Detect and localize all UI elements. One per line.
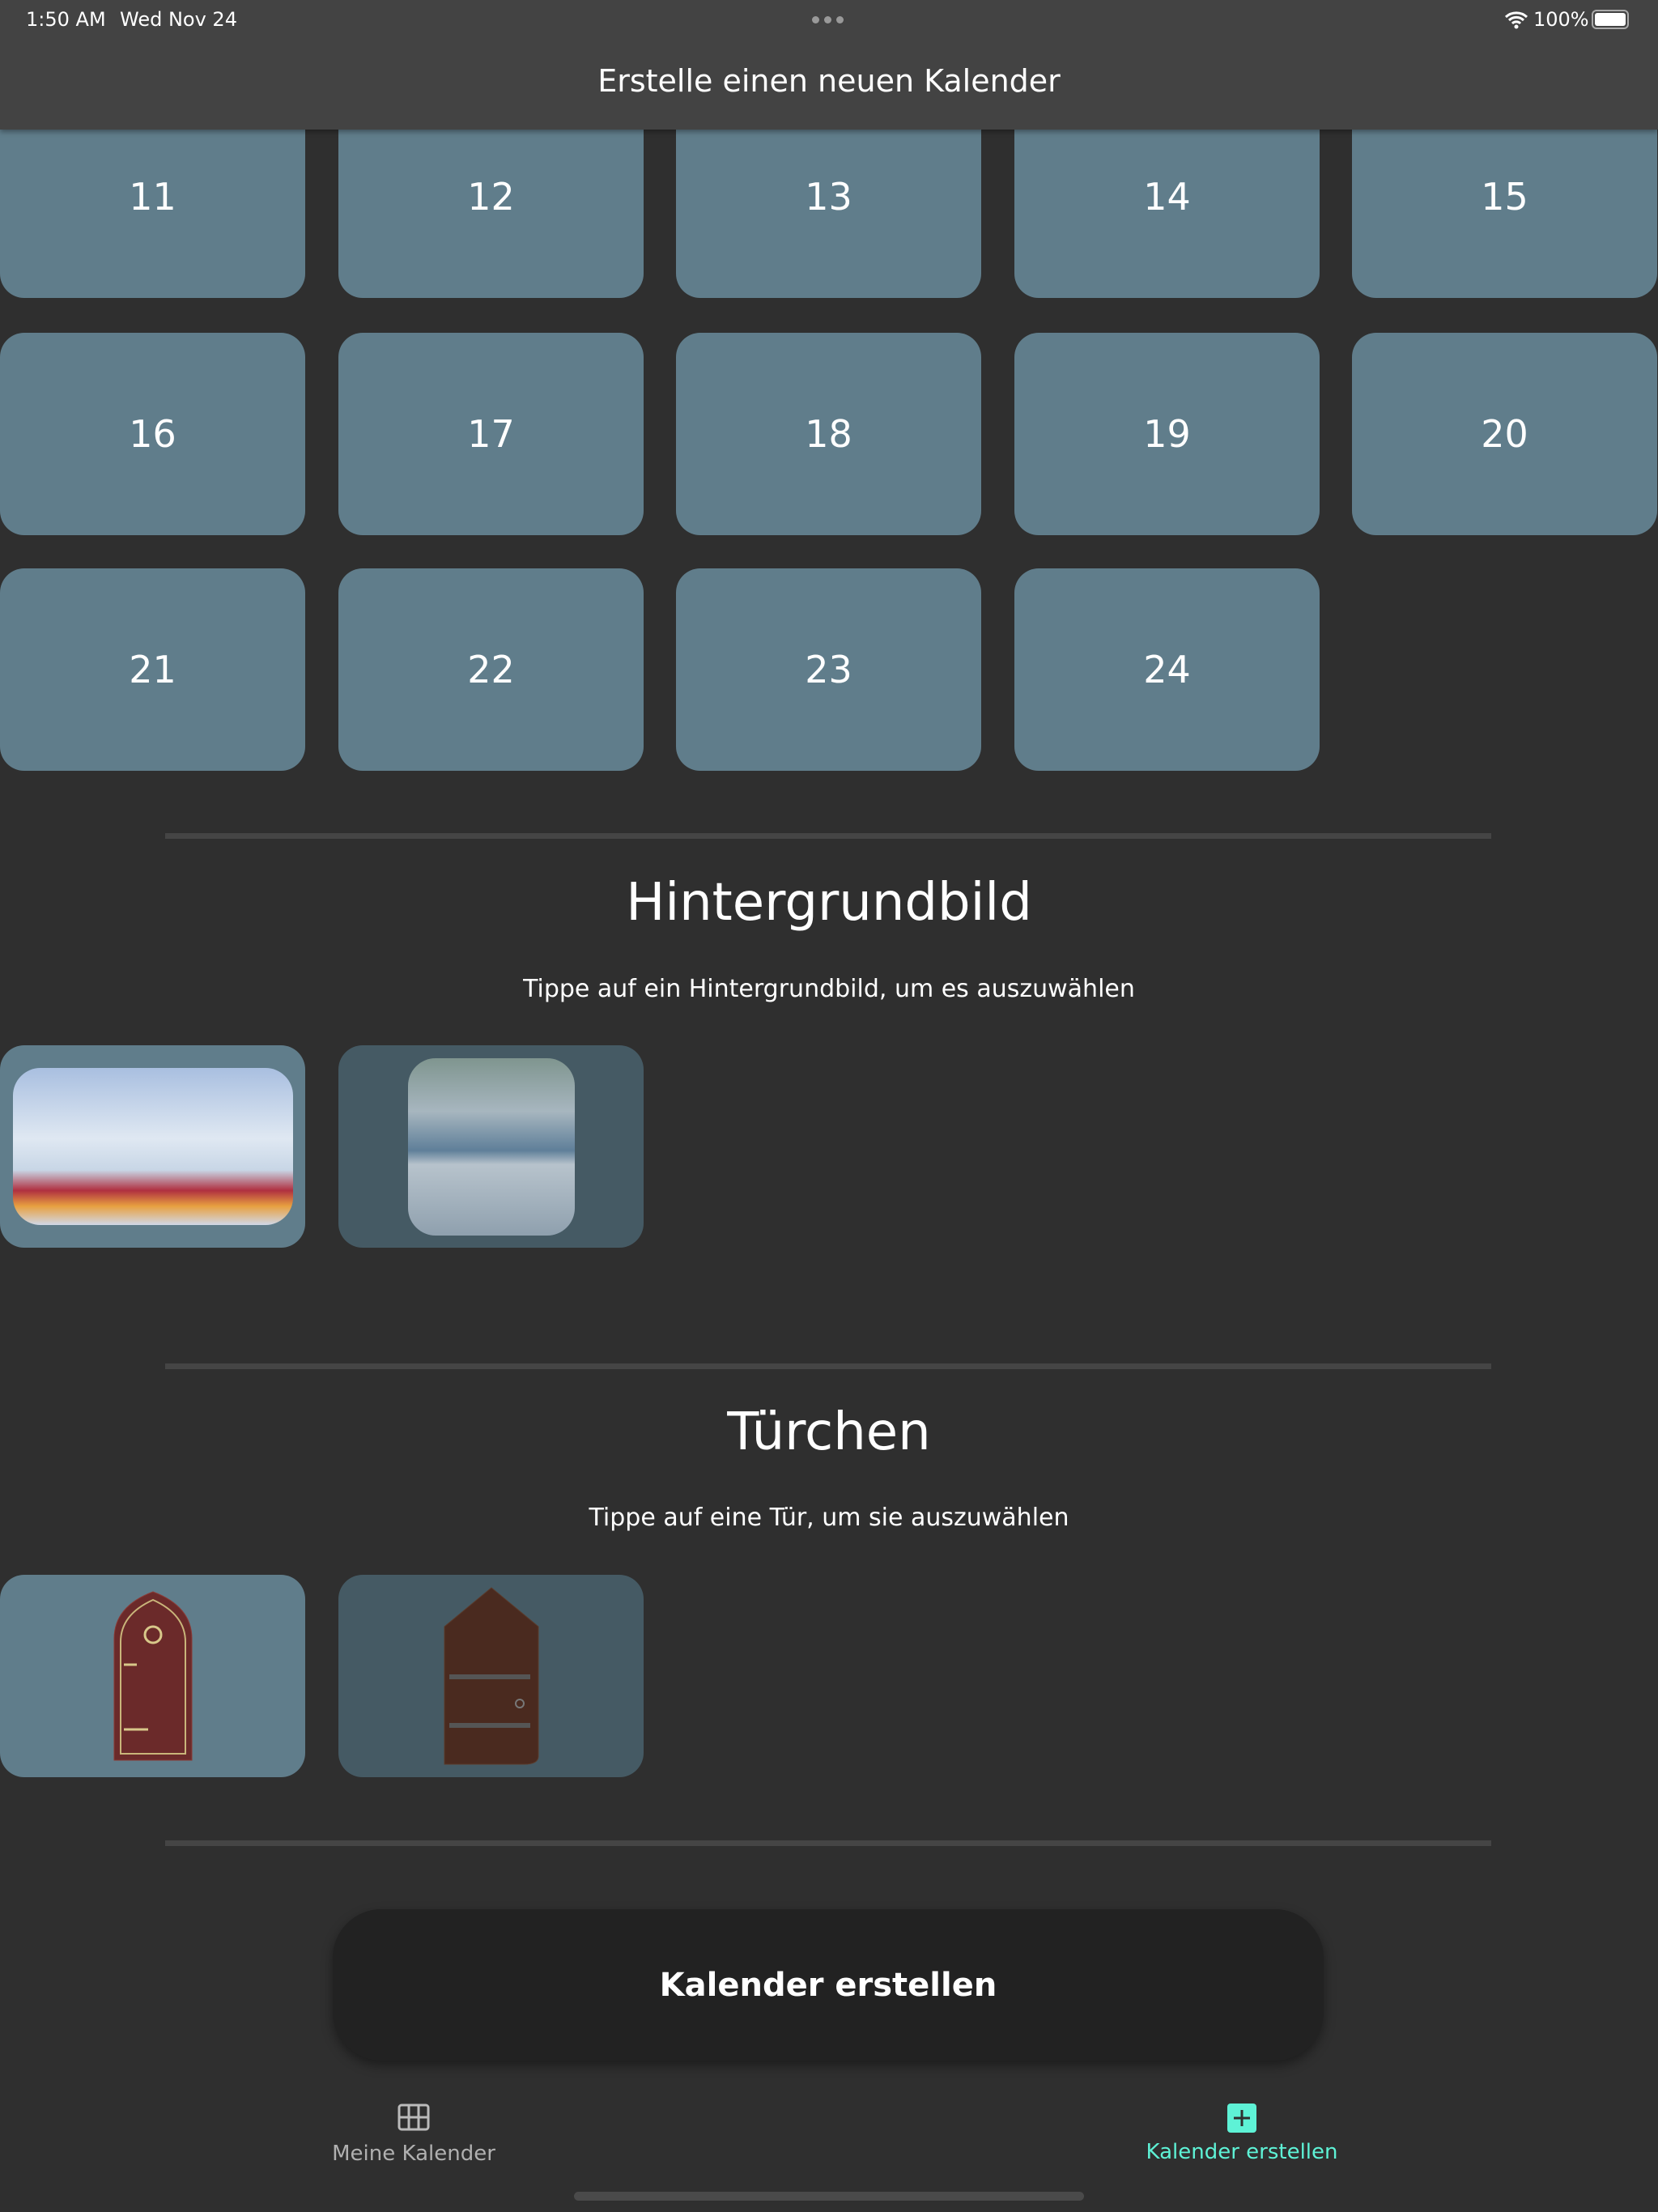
background-option-stars[interactable]: [0, 1045, 305, 1248]
winter-forest-thumbnail: [407, 1057, 575, 1236]
day-tile-17[interactable]: 17: [338, 333, 644, 535]
status-time: 1:50 AM: [26, 8, 106, 31]
tab-meine-kalender[interactable]: Meine Kalender: [292, 2104, 535, 2166]
wifi-icon: [1504, 11, 1528, 29]
day-tile-23[interactable]: 23: [676, 568, 981, 771]
battery-icon: [1592, 10, 1629, 29]
background-option-winter-forest[interactable]: [338, 1045, 644, 1248]
day-tile-16[interactable]: 16: [0, 333, 305, 535]
background-section-hint: Tippe auf ein Hintergrundbild, um es aus…: [523, 975, 1135, 1003]
create-calendar-button[interactable]: Kalender erstellen: [333, 1909, 1324, 2061]
day-tile-19[interactable]: 19: [1014, 333, 1320, 535]
stars-background-thumbnail: [12, 1068, 293, 1225]
door-section-title: Türchen: [727, 1402, 931, 1462]
grid-icon: [397, 2104, 430, 2131]
tab-kalender-erstellen[interactable]: Kalender erstellen: [1120, 2104, 1363, 2164]
rustic-door-thumbnail: [444, 1587, 538, 1765]
divider: [165, 1363, 1491, 1369]
status-date: Wed Nov 24: [120, 8, 237, 31]
day-tile-24[interactable]: 24: [1014, 568, 1320, 771]
navigation-header: 1:50 AM Wed Nov 24 100% Erstelle einen n…: [0, 0, 1658, 130]
multitasking-dots-icon[interactable]: [812, 16, 844, 23]
battery-percent: 100%: [1533, 8, 1589, 31]
ornate-door-thumbnail: [113, 1591, 192, 1761]
day-tile-18[interactable]: 18: [676, 333, 981, 535]
divider: [165, 1840, 1491, 1846]
day-tile-21[interactable]: 21: [0, 568, 305, 771]
home-indicator[interactable]: [574, 2192, 1084, 2201]
plus-square-icon: [1227, 2104, 1256, 2133]
day-tile-22[interactable]: 22: [338, 568, 644, 771]
divider: [165, 833, 1491, 839]
page-title: Erstelle einen neuen Kalender: [597, 63, 1061, 99]
tab-label: Meine Kalender: [332, 2142, 495, 2166]
tab-label: Kalender erstellen: [1146, 2140, 1338, 2164]
door-section-hint: Tippe auf eine Tür, um sie auszuwählen: [589, 1504, 1069, 1532]
background-section-title: Hintergrundbild: [626, 873, 1032, 933]
door-option-ornate[interactable]: [0, 1575, 305, 1777]
door-option-rustic[interactable]: [338, 1575, 644, 1777]
day-tile-20[interactable]: 20: [1352, 333, 1657, 535]
